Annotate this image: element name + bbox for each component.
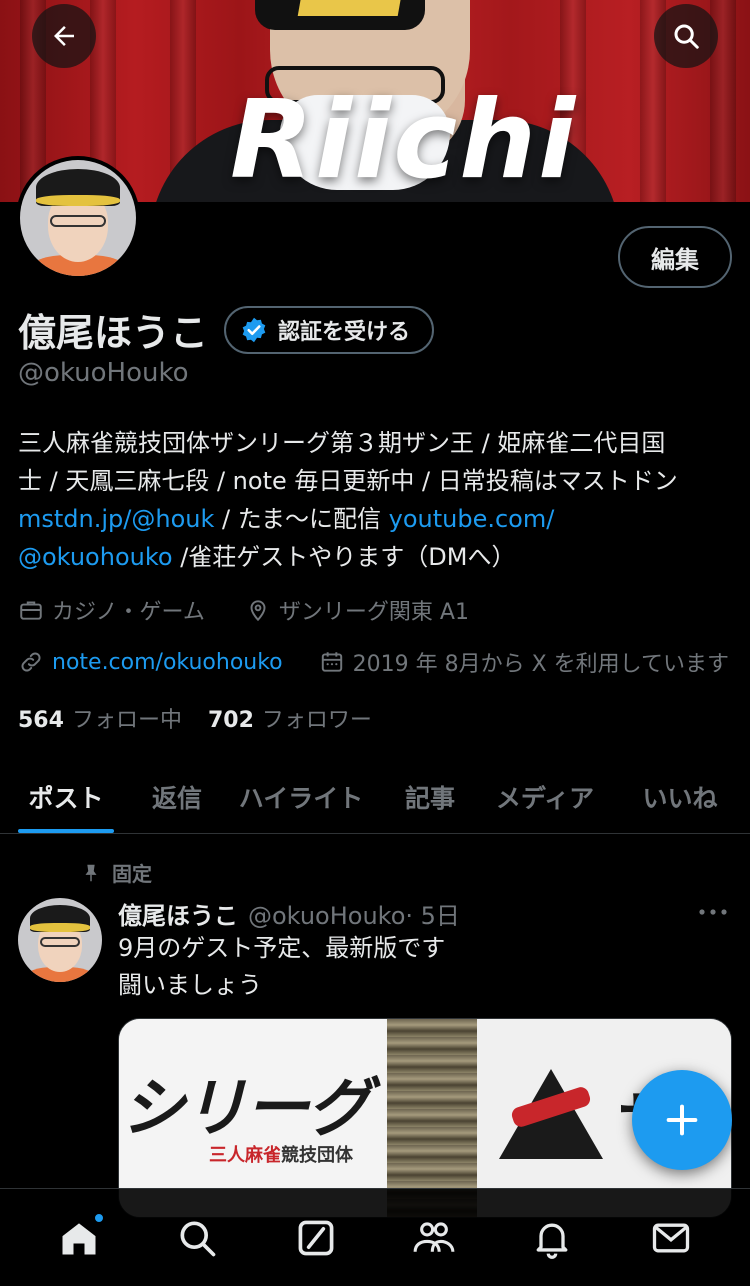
profile-meta-row-2: note.com/okuohouko 2019 年 8月から X を利用していま… xyxy=(18,646,729,678)
post-text-line: 9月のゲスト予定、最新版です xyxy=(118,934,446,962)
link-icon xyxy=(21,652,41,672)
tab-posts[interactable]: ポスト xyxy=(0,760,132,833)
followers-count: 702 xyxy=(207,708,254,733)
display-name: 億尾ほうこ xyxy=(18,311,209,355)
search-button[interactable] xyxy=(654,4,718,68)
nav-search[interactable] xyxy=(155,1196,239,1280)
profile-location: ザンリーグ関東 A1 xyxy=(278,600,469,625)
arrow-left-icon xyxy=(54,26,74,46)
profile-category: カジノ・ゲーム xyxy=(52,600,205,625)
profile-tabs: ポスト 返信 ハイライト 記事 メディア いいね xyxy=(0,760,750,834)
bio-text: / たま～に配信 xyxy=(214,505,389,533)
pinned-indicator: 固定 xyxy=(80,858,152,887)
profile-handle: @okuoHouko xyxy=(18,358,189,388)
messages-icon xyxy=(652,1223,689,1252)
following-label: フォロー中 xyxy=(71,708,182,733)
bio-line: 士 / 天鳳三麻七段 / note 毎日更新中 / 日常投稿はマストドン xyxy=(18,467,678,495)
edit-profile-button[interactable]: 編集 xyxy=(618,226,732,288)
home-notification-dot xyxy=(93,1211,106,1224)
bio-line: 三人麻雀競技団体ザンリーグ第３期ザン王 / 姫麻雀二代目国 xyxy=(18,429,666,457)
profile-meta-row-1: カジノ・ゲーム ザンリーグ関東 A1 xyxy=(18,594,469,626)
post-author-name[interactable]: 億尾ほうこ xyxy=(118,896,238,931)
media-subtitle-red: 三人麻雀 xyxy=(209,1145,281,1166)
bio-link-youtube-cont[interactable]: @okuohouko xyxy=(18,543,173,571)
pin-icon xyxy=(85,864,97,881)
nav-communities[interactable] xyxy=(392,1196,476,1280)
verified-badge-icon xyxy=(242,317,266,342)
followers-label: フォロワー xyxy=(261,708,372,733)
bio-text: /雀荘ゲストやります（DMへ） xyxy=(172,543,516,571)
tab-articles[interactable]: 記事 xyxy=(380,760,480,833)
tab-highlights[interactable]: ハイライト xyxy=(222,760,380,833)
nav-home[interactable] xyxy=(37,1196,121,1280)
post-header: 億尾ほうこ @okuoHouko · 5日 xyxy=(118,896,460,931)
bio-link-youtube[interactable]: youtube.com/ xyxy=(389,505,555,533)
following-link[interactable]: 564 フォロー中 xyxy=(18,702,182,734)
post-text-line: 闘いましょう xyxy=(118,971,262,999)
bio-link-mastodon[interactable]: mstdn.jp/@houk xyxy=(18,505,214,533)
compose-post-button[interactable] xyxy=(632,1070,732,1170)
post-avatar[interactable] xyxy=(18,898,102,982)
get-verified-button[interactable]: 認証を受ける xyxy=(224,305,435,354)
plus-icon xyxy=(666,1104,698,1136)
communities-icon xyxy=(413,1221,455,1252)
media-subtitle: 三人麻雀競技団体 xyxy=(209,1141,353,1167)
tab-media[interactable]: メディア xyxy=(480,760,610,833)
nav-messages[interactable] xyxy=(629,1196,713,1280)
media-subtitle-black: 競技団体 xyxy=(281,1145,353,1166)
post-time[interactable]: · 5日 xyxy=(405,896,460,931)
search-icon xyxy=(674,24,699,49)
followers-link[interactable]: 702 フォロワー xyxy=(208,702,372,734)
post-author-handle[interactable]: @okuoHouko xyxy=(248,902,405,930)
following-count: 564 xyxy=(18,708,64,733)
profile-joined-date: 2019 年 8月から X を利用しています xyxy=(352,652,730,677)
briefcase-icon xyxy=(20,601,42,620)
bottom-navigation xyxy=(0,1188,750,1286)
notifications-icon xyxy=(537,1223,568,1259)
grok-icon xyxy=(298,1220,334,1255)
tab-replies[interactable]: 返信 xyxy=(132,760,222,833)
banner-title: Riichi xyxy=(230,78,578,202)
location-icon xyxy=(250,600,266,622)
more-options-icon[interactable] xyxy=(696,902,730,922)
profile-website-link[interactable]: note.com/okuohouko xyxy=(52,650,283,675)
tab-likes[interactable]: いいね xyxy=(610,760,750,833)
get-verified-label: 認証を受ける xyxy=(278,319,411,345)
search-icon xyxy=(180,1221,216,1256)
back-button[interactable] xyxy=(32,4,96,68)
profile-bio: 三人麻雀競技団体ザンリーグ第３期ザン王 / 姫麻雀二代目国 士 / 天鳳三麻七段… xyxy=(18,424,734,576)
profile-avatar[interactable] xyxy=(16,156,140,280)
media-text-large: シリーグ xyxy=(121,1072,371,1146)
post-text: 9月のゲスト予定、最新版です 闘いましょう xyxy=(118,930,445,1004)
calendar-icon xyxy=(321,652,342,672)
nav-notifications[interactable] xyxy=(510,1196,594,1280)
nav-grok[interactable] xyxy=(274,1196,358,1280)
pinned-label: 固定 xyxy=(112,862,152,886)
